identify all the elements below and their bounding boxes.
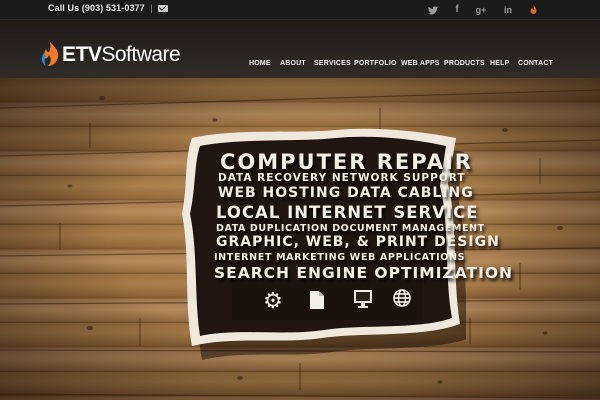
main-navigation: HOME ABOUT SERVICES PORTFOLIO WEB APPS P… xyxy=(0,60,600,74)
feed-icon[interactable] xyxy=(525,0,541,20)
nav-portfolio[interactable]: PORTFOLIO xyxy=(354,60,397,67)
separator: | xyxy=(150,3,153,13)
services-sign: COMPUTER REPAIR DATA RECOVERY NETWORK SU… xyxy=(176,128,512,368)
globe-icon xyxy=(392,288,414,310)
hero-banner: COMPUTER REPAIR DATA RECOVERY NETWORK SU… xyxy=(0,78,600,400)
sign-line-data-duplication: DATA DUPLICATION DOCUMENT MANAGEMENT xyxy=(216,223,485,234)
sign-line-data-recovery: DATA RECOVERY NETWORK SUPPORT xyxy=(218,172,466,184)
monitor-icon xyxy=(353,289,375,311)
nav-products[interactable]: PRODUCTS xyxy=(444,60,485,67)
top-contact-bar: Call Us (903) 531-0377 | f g+ in xyxy=(0,0,600,20)
linkedin-icon[interactable]: in xyxy=(500,0,516,20)
google-plus-icon[interactable]: g+ xyxy=(473,0,489,20)
sign-line-local-internet: LOCAL INTERNET SERVICE xyxy=(216,203,479,222)
phone-contact[interactable]: Call Us (903) 531-0377 | xyxy=(48,3,169,13)
document-icon xyxy=(309,290,327,312)
sign-line-seo: SEARCH ENGINE OPTIMIZATION xyxy=(214,264,514,282)
sign-line-internet-marketing: INTERNET MARKETING WEB APPLICATIONS xyxy=(214,252,466,263)
nav-help[interactable]: HELP xyxy=(490,60,509,67)
nav-home[interactable]: HOME xyxy=(249,60,271,67)
sign-line-web-hosting: WEB HOSTING DATA CABLING xyxy=(218,185,474,201)
facebook-icon[interactable]: f xyxy=(449,0,465,20)
sign-line-computer-repair: COMPUTER REPAIR xyxy=(220,150,473,174)
twitter-icon[interactable] xyxy=(425,0,441,20)
nav-web-apps[interactable]: WEB APPS xyxy=(401,60,440,67)
phone-label: Call Us (903) 531-0377 xyxy=(48,3,145,13)
sign-line-graphic-web-print: GRAPHIC, WEB, & PRINT DESIGN xyxy=(216,234,500,250)
nav-about[interactable]: ABOUT xyxy=(280,60,306,67)
nav-contact[interactable]: CONTACT xyxy=(518,60,553,67)
nav-services[interactable]: SERVICES xyxy=(314,60,351,67)
mail-icon[interactable] xyxy=(158,5,169,12)
gear-icon: ⚙ xyxy=(263,288,283,313)
main-header: ETVSoftware HOME ABOUT SERVICES PORTFOLI… xyxy=(0,20,600,78)
